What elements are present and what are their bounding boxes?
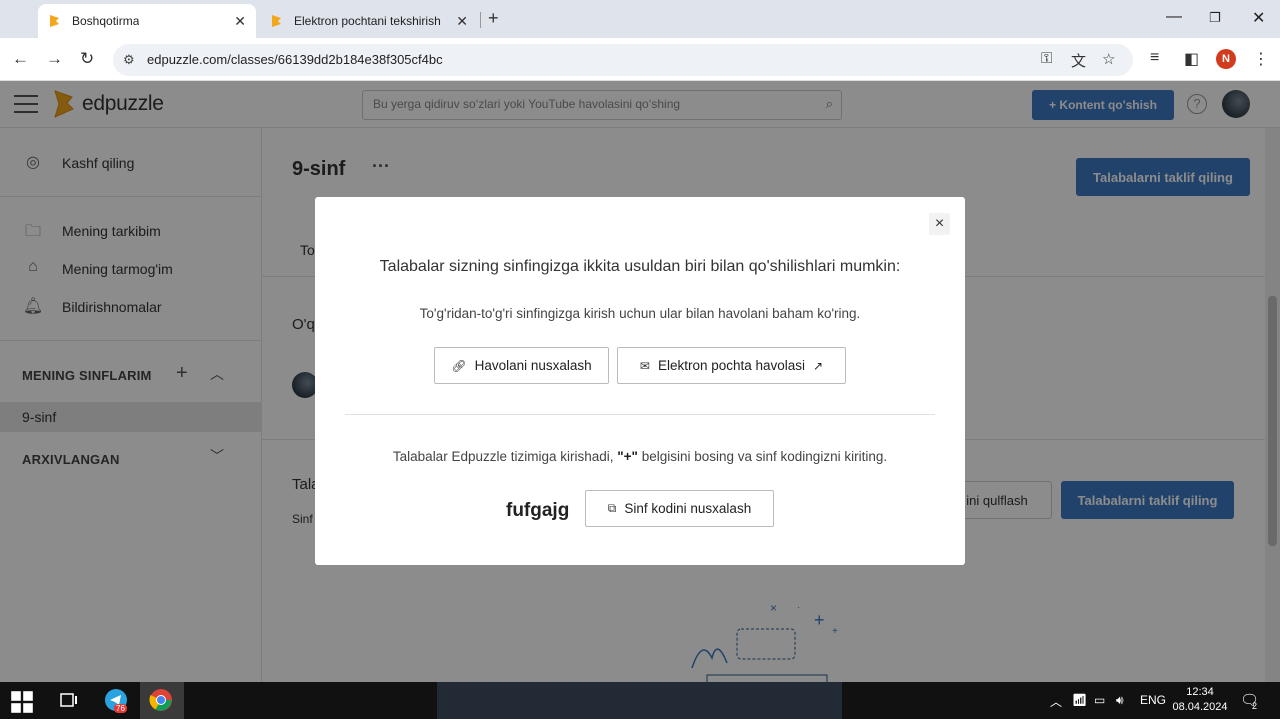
forward-icon[interactable]: →	[46, 49, 63, 69]
window-close-icon[interactable]: ✕	[1252, 8, 1265, 28]
notification-count: 2	[1252, 701, 1258, 711]
copy-class-code-label: Sinf kodini nusxalash	[624, 501, 752, 516]
reading-list-icon[interactable]: ≡	[1150, 49, 1159, 67]
share-link-text: To'g'ridan-to'g'ri sinfingizga kirish uc…	[419, 306, 861, 321]
clock-time: 12:34	[1186, 686, 1214, 698]
task-view-icon[interactable]	[57, 688, 81, 712]
clock-date: 08.04.2024	[1172, 701, 1228, 713]
tab-elektron-pochta[interactable]: Elektron pochtani tekshirish - E ✕	[260, 4, 478, 38]
edpuzzle-app: edpuzzle ⌕ + Kontent qo'shish ? ◎ Kashf …	[0, 81, 1280, 682]
reload-icon[interactable]: ↻	[80, 49, 94, 69]
email-link-label: Elektron pochta havolasi	[657, 358, 806, 373]
telegram-badge: 76	[114, 704, 127, 713]
site-settings-icon[interactable]: ⚙	[123, 52, 135, 68]
volume-icon[interactable]: 🔊︎	[1116, 693, 1124, 708]
address-bar[interactable]: ⚙ edpuzzle.com/classes/66139dd2b184e38f3…	[113, 44, 1133, 76]
minimize-icon[interactable]: —	[1166, 8, 1182, 26]
copy-link-label: Havolani nusxalash	[474, 358, 592, 373]
close-icon[interactable]: ×	[929, 213, 950, 235]
windows-taskbar: 76 ︿ 📶︎ ▭ 🔊︎ ENG 12:34 08.04.2024 🗨︎ 2	[0, 682, 1280, 719]
tab-boshqotirma[interactable]: Boshqotirma ✕	[38, 4, 256, 38]
url-text: edpuzzle.com/classes/66139dd2b184e38f305…	[147, 52, 443, 67]
translate-icon[interactable]: 文	[1071, 50, 1086, 71]
wifi-icon[interactable]: 📶︎	[1072, 693, 1087, 707]
external-arrow-icon: ↗	[813, 358, 824, 373]
side-panel-icon[interactable]: ◧	[1184, 49, 1199, 69]
profile-avatar[interactable]: N	[1216, 49, 1236, 69]
tray-chevron-up-icon[interactable]: ︿	[1050, 693, 1062, 710]
restore-icon[interactable]: ❐	[1209, 10, 1221, 26]
email-link-button[interactable]: ✉ Elektron pochta havolasi ↗	[617, 347, 846, 384]
password-key-icon[interactable]: ⚿	[1041, 50, 1052, 67]
copy-link-button[interactable]: 🔗︎ Havolani nusxalash	[434, 347, 609, 384]
tab-title: Boshqotirma	[72, 14, 140, 28]
new-tab-icon[interactable]: +	[488, 8, 499, 29]
system-clock[interactable]: 12:34 08.04.2024	[1172, 685, 1228, 715]
browser-tabbar: Boshqotirma ✕ Elektron pochtani tekshiri…	[0, 0, 1280, 38]
class-code: fufgajg	[506, 500, 570, 521]
copy-class-code-button[interactable]: ⧉ Sinf kodini nusxalash	[585, 490, 774, 527]
envelope-icon: ✉	[639, 358, 650, 373]
taskbar-window-preview	[437, 682, 842, 719]
battery-icon[interactable]: ▭	[1094, 693, 1105, 707]
tab-title: Elektron pochtani tekshirish - E	[294, 14, 444, 28]
back-icon[interactable]: ←	[12, 49, 29, 69]
edpuzzle-favicon-icon	[50, 15, 59, 27]
windows-start-icon[interactable]	[10, 690, 34, 714]
browser-toolbar: ← → ↻ ⚙ edpuzzle.com/classes/66139dd2b18…	[0, 38, 1280, 81]
tab-close-icon[interactable]: ✕	[234, 13, 246, 30]
modal-heading: Talabalar sizning sinfingizga ikkita usu…	[379, 258, 901, 275]
link-icon: 🔗︎	[451, 358, 467, 373]
language-indicator[interactable]: ENG	[1140, 693, 1166, 707]
class-code-instructions: Talabalar Edpuzzle tizimiga kirishadi, "…	[392, 449, 888, 464]
copy-icon: ⧉	[607, 501, 617, 515]
tab-separator	[480, 12, 481, 28]
tab-close-icon[interactable]: ✕	[456, 13, 468, 30]
chrome-icon[interactable]	[149, 688, 173, 712]
edpuzzle-favicon-icon	[272, 15, 281, 27]
modal-divider	[345, 414, 935, 415]
invite-students-modal: × Talabalar sizning sinfingizga ikkita u…	[315, 197, 965, 565]
bookmark-star-icon[interactable]: ☆	[1102, 50, 1115, 68]
browser-menu-icon[interactable]: ⋮	[1253, 49, 1269, 69]
